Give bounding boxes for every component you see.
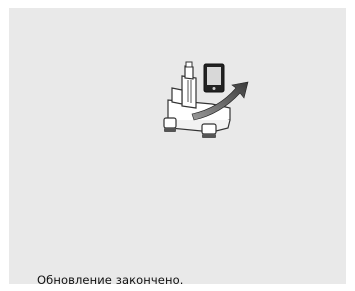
display-screen: Обновление закончено. [9,8,346,287]
status-message: Обновление закончено. [37,273,184,287]
embroidery-machine-update-icon [163,61,249,138]
screen-frame: Обновление закончено. [0,0,355,291]
